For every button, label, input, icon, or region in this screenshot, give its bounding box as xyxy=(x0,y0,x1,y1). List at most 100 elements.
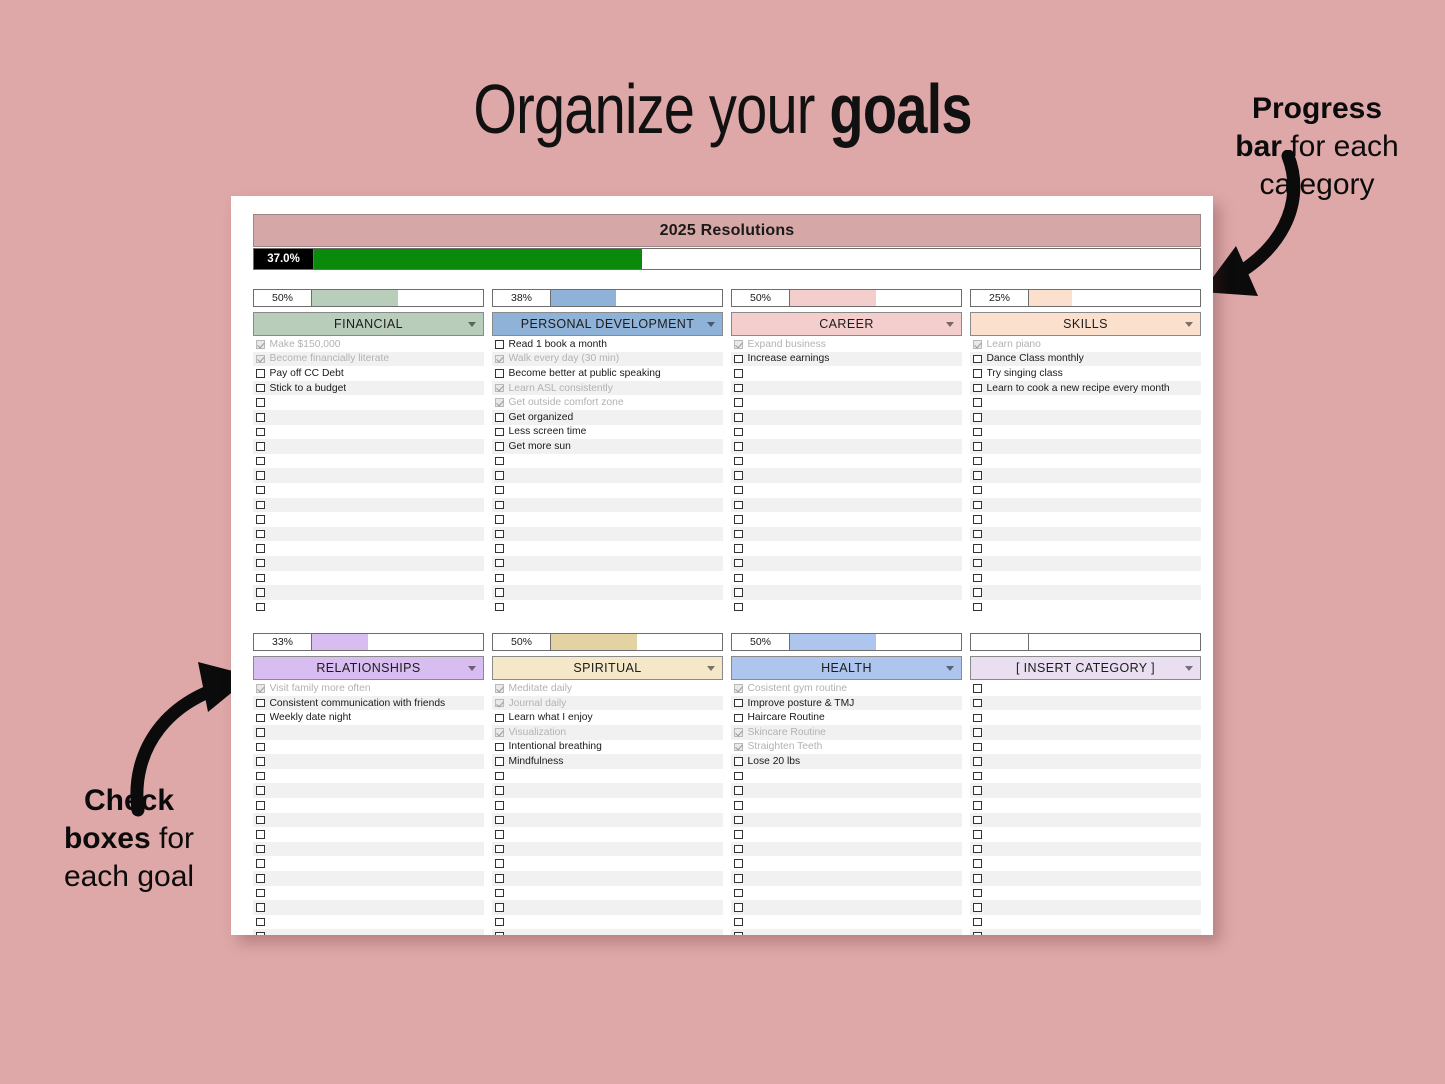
checkbox-unchecked-icon[interactable] xyxy=(973,354,982,364)
goal-label[interactable]: Less screen time xyxy=(509,426,587,437)
checkbox-unchecked-icon[interactable] xyxy=(734,544,743,553)
checkbox-unchecked-icon[interactable] xyxy=(256,383,265,393)
checkbox-unchecked-icon[interactable] xyxy=(734,888,743,898)
checkbox-unchecked-icon[interactable] xyxy=(734,859,743,868)
checkbox-checked-icon[interactable] xyxy=(495,354,504,364)
checkbox-unchecked-icon[interactable] xyxy=(973,471,982,480)
goal-label[interactable]: Expand business xyxy=(748,339,826,350)
checkbox-unchecked-icon[interactable] xyxy=(256,602,265,612)
checkbox-unchecked-icon[interactable] xyxy=(495,815,504,825)
checkbox-unchecked-icon[interactable] xyxy=(973,529,982,539)
chevron-down-icon[interactable] xyxy=(1185,322,1193,327)
goal-label[interactable]: Get outside comfort zone xyxy=(509,397,624,408)
checkbox-unchecked-icon[interactable] xyxy=(495,757,504,766)
checkbox-unchecked-icon[interactable] xyxy=(734,456,743,466)
checkbox-unchecked-icon[interactable] xyxy=(256,859,265,868)
checkbox-unchecked-icon[interactable] xyxy=(256,398,265,407)
checkbox-checked-icon[interactable] xyxy=(256,354,265,364)
checkbox-unchecked-icon[interactable] xyxy=(256,713,265,723)
checkbox-unchecked-icon[interactable] xyxy=(495,485,504,495)
checkbox-unchecked-icon[interactable] xyxy=(973,456,982,466)
checkbox-unchecked-icon[interactable] xyxy=(256,529,265,539)
goal-label[interactable]: Meditate daily xyxy=(509,683,573,694)
goal-label[interactable]: Read 1 book a month xyxy=(509,339,607,350)
checkbox-unchecked-icon[interactable] xyxy=(256,728,265,737)
checkbox-checked-icon[interactable] xyxy=(495,698,504,708)
checkbox-unchecked-icon[interactable] xyxy=(495,874,504,883)
goal-label[interactable]: Intentional breathing xyxy=(509,741,602,752)
goal-label[interactable]: Straighten Teeth xyxy=(748,741,823,752)
checkbox-unchecked-icon[interactable] xyxy=(734,815,743,825)
checkbox-unchecked-icon[interactable] xyxy=(973,442,982,451)
checkbox-unchecked-icon[interactable] xyxy=(734,602,743,612)
checkbox-unchecked-icon[interactable] xyxy=(734,874,743,883)
checkbox-unchecked-icon[interactable] xyxy=(256,917,265,927)
category-header-financial[interactable]: FINANCIAL xyxy=(253,312,484,336)
goal-label[interactable]: Get organized xyxy=(509,412,574,423)
checkbox-unchecked-icon[interactable] xyxy=(495,456,504,466)
checkbox-unchecked-icon[interactable] xyxy=(495,932,504,935)
checkbox-unchecked-icon[interactable] xyxy=(495,771,504,781)
checkbox-unchecked-icon[interactable] xyxy=(256,413,265,422)
checkbox-unchecked-icon[interactable] xyxy=(256,515,265,524)
checkbox-unchecked-icon[interactable] xyxy=(256,830,265,839)
checkbox-unchecked-icon[interactable] xyxy=(734,588,743,597)
checkbox-unchecked-icon[interactable] xyxy=(734,558,743,568)
checkbox-unchecked-icon[interactable] xyxy=(973,383,982,393)
checkbox-unchecked-icon[interactable] xyxy=(256,757,265,766)
category-header-personal-development[interactable]: PERSONAL DEVELOPMENT xyxy=(492,312,723,336)
goal-label[interactable]: Learn ASL consistently xyxy=(509,383,613,394)
checkbox-unchecked-icon[interactable] xyxy=(973,742,982,752)
checkbox-unchecked-icon[interactable] xyxy=(495,471,504,480)
checkbox-unchecked-icon[interactable] xyxy=(973,917,982,927)
checkbox-checked-icon[interactable] xyxy=(734,340,743,349)
checkbox-unchecked-icon[interactable] xyxy=(495,515,504,524)
checkbox-unchecked-icon[interactable] xyxy=(973,544,982,553)
goal-label[interactable]: Walk every day (30 min) xyxy=(509,353,620,364)
checkbox-unchecked-icon[interactable] xyxy=(973,815,982,825)
checkbox-unchecked-icon[interactable] xyxy=(256,932,265,935)
checkbox-unchecked-icon[interactable] xyxy=(734,917,743,927)
chevron-down-icon[interactable] xyxy=(1185,666,1193,672)
checkbox-unchecked-icon[interactable] xyxy=(495,742,504,752)
checkbox-checked-icon[interactable] xyxy=(495,728,504,737)
goal-label[interactable]: Consistent communication with friends xyxy=(270,698,446,709)
checkbox-unchecked-icon[interactable] xyxy=(495,888,504,898)
checkbox-unchecked-icon[interactable] xyxy=(256,558,265,568)
checkbox-unchecked-icon[interactable] xyxy=(973,874,982,883)
checkbox-unchecked-icon[interactable] xyxy=(973,903,982,912)
checkbox-unchecked-icon[interactable] xyxy=(734,485,743,495)
checkbox-unchecked-icon[interactable] xyxy=(495,369,504,378)
checkbox-unchecked-icon[interactable] xyxy=(495,903,504,912)
goal-label[interactable]: Visualization xyxy=(509,727,567,738)
checkbox-unchecked-icon[interactable] xyxy=(734,573,743,583)
checkbox-unchecked-icon[interactable] xyxy=(973,698,982,708)
checkbox-unchecked-icon[interactable] xyxy=(734,932,743,935)
checkbox-unchecked-icon[interactable] xyxy=(256,771,265,781)
checkbox-unchecked-icon[interactable] xyxy=(734,771,743,781)
checkbox-checked-icon[interactable] xyxy=(734,684,743,693)
checkbox-unchecked-icon[interactable] xyxy=(256,471,265,480)
category-header-career[interactable]: CAREER xyxy=(731,312,962,336)
checkbox-unchecked-icon[interactable] xyxy=(256,427,265,437)
goal-label[interactable]: Learn piano xyxy=(987,339,1041,350)
goal-label[interactable]: Mindfulness xyxy=(509,756,564,767)
goal-label[interactable]: Become financially literate xyxy=(270,353,390,364)
checkbox-unchecked-icon[interactable] xyxy=(734,903,743,912)
checkbox-unchecked-icon[interactable] xyxy=(495,442,504,451)
checkbox-unchecked-icon[interactable] xyxy=(973,713,982,723)
checkbox-unchecked-icon[interactable] xyxy=(256,844,265,854)
goal-label[interactable]: Visit family more often xyxy=(270,683,371,694)
checkbox-unchecked-icon[interactable] xyxy=(973,888,982,898)
checkbox-unchecked-icon[interactable] xyxy=(256,888,265,898)
checkbox-unchecked-icon[interactable] xyxy=(734,500,743,510)
checkbox-unchecked-icon[interactable] xyxy=(734,713,743,723)
checkbox-unchecked-icon[interactable] xyxy=(495,427,504,437)
category-header-insert-category[interactable]: [ INSERT CATEGORY ] xyxy=(970,656,1201,681)
checkbox-unchecked-icon[interactable] xyxy=(256,500,265,510)
checkbox-unchecked-icon[interactable] xyxy=(973,801,982,810)
checkbox-checked-icon[interactable] xyxy=(495,398,504,407)
checkbox-unchecked-icon[interactable] xyxy=(734,427,743,437)
checkbox-unchecked-icon[interactable] xyxy=(256,544,265,553)
category-header-spiritual[interactable]: SPIRITUAL xyxy=(492,656,723,681)
